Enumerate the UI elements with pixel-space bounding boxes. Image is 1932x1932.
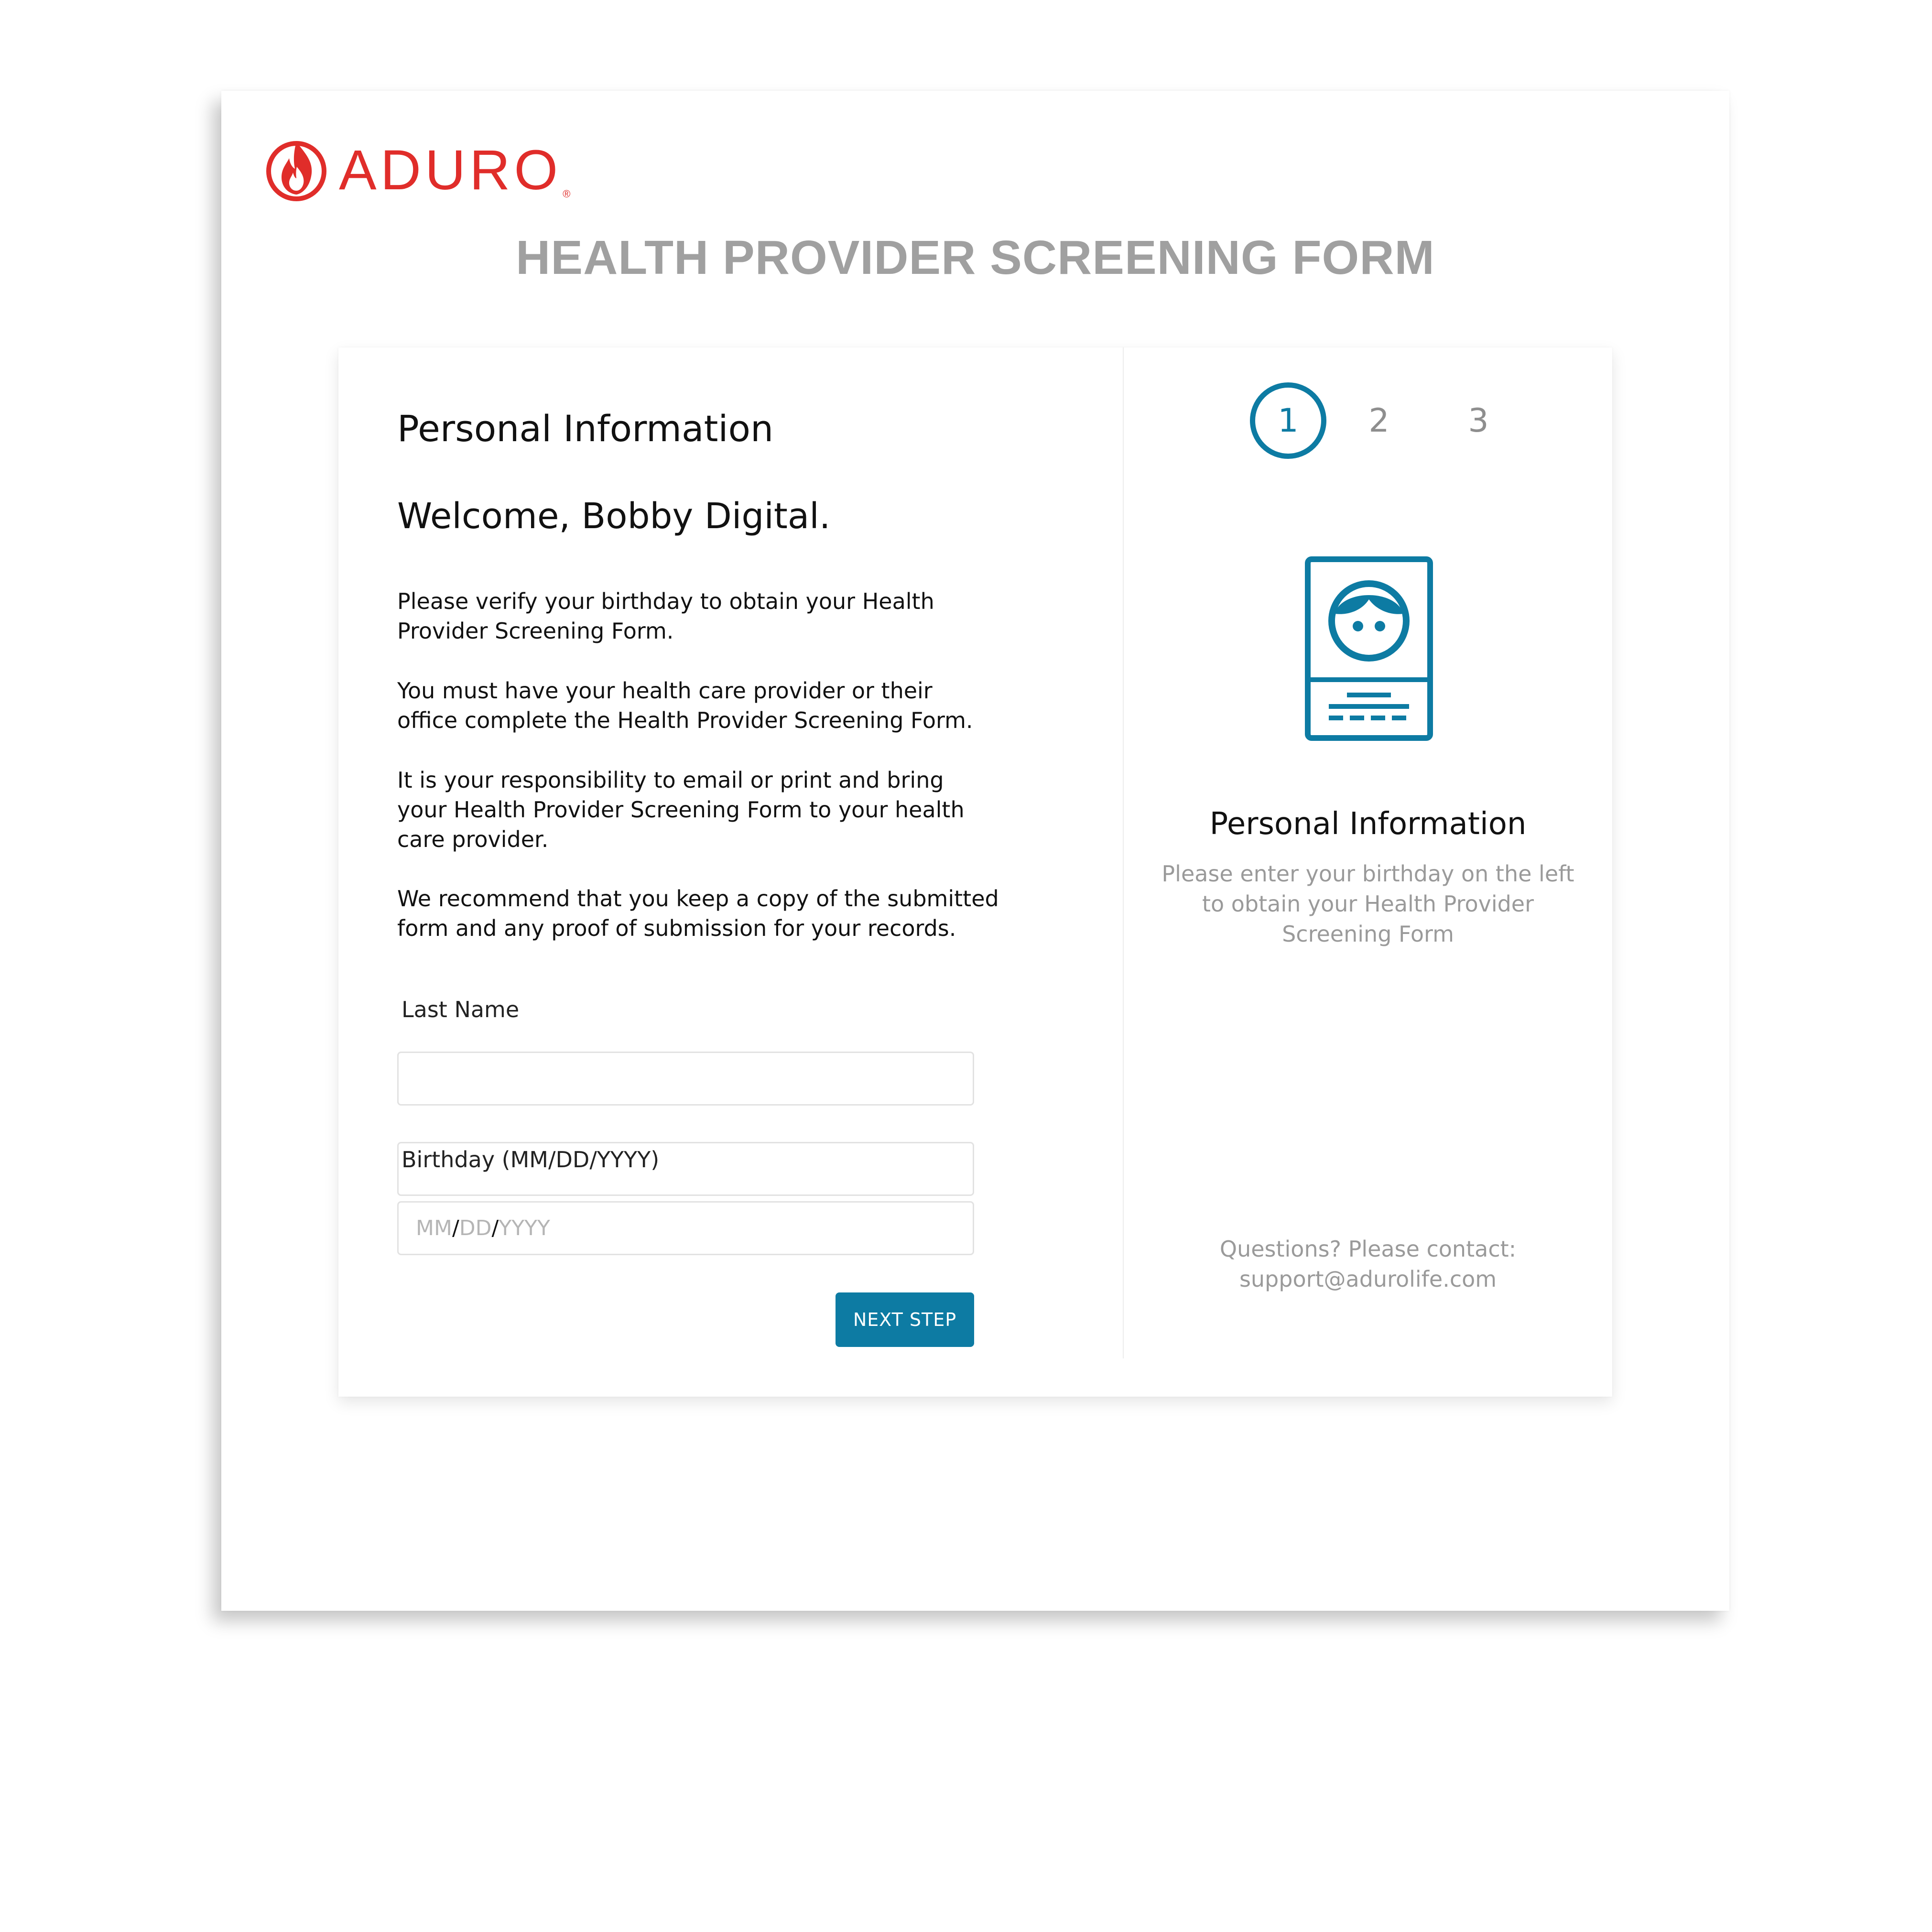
- registered-mark: ®: [563, 188, 571, 200]
- info-heading: Personal Information: [1209, 806, 1527, 842]
- step-2: 2: [1368, 402, 1389, 440]
- birthday-year-placeholder: YYYY: [499, 1216, 550, 1240]
- instruction-paragraph: You must have your health care provider …: [397, 678, 973, 733]
- birthday-month-placeholder: MM: [416, 1216, 452, 1240]
- step-1: 1: [1250, 382, 1326, 459]
- next-step-button[interactable]: NEXT STEP: [836, 1292, 974, 1347]
- form-panel: Personal Information Welcome, Bobby Digi…: [338, 347, 1124, 1397]
- form-window: ADURO ® HEALTH PROVIDER SCREENING FORM P…: [221, 91, 1729, 1611]
- instruction-paragraph: We recommend that you keep a copy of the…: [397, 886, 999, 941]
- birthday-label: Birthday (MM/DD/YYYY): [402, 1147, 660, 1172]
- section-heading: Personal Information: [397, 407, 774, 450]
- birthday-input[interactable]: MM / DD / YYYY: [397, 1201, 974, 1255]
- brand-name: ADURO: [339, 139, 562, 202]
- flame-logo-icon: [266, 141, 326, 201]
- last-name-label: Last Name: [402, 997, 520, 1022]
- step-3: 3: [1468, 402, 1489, 440]
- instruction-paragraph: Please verify your birthday to obtain yo…: [397, 588, 934, 644]
- step-indicator: 1 2 3: [1124, 382, 1612, 459]
- aduro-logo: ADURO ®: [264, 137, 570, 203]
- support-email-link[interactable]: support@adurolife.com: [1124, 1264, 1612, 1294]
- birthday-separator: /: [491, 1216, 499, 1240]
- birthday-separator: /: [452, 1216, 459, 1240]
- instruction-paragraph: It is your responsibility to email or pr…: [397, 767, 965, 852]
- birthday-day-placeholder: DD: [459, 1216, 492, 1240]
- welcome-message: Welcome, Bobby Digital.: [397, 496, 831, 537]
- last-name-input[interactable]: [397, 1052, 974, 1106]
- contact-label: Questions? Please contact:: [1219, 1236, 1517, 1262]
- form-card: Personal Information Welcome, Bobby Digi…: [338, 347, 1612, 1397]
- page-title: HEALTH PROVIDER SCREENING FORM: [516, 231, 1435, 284]
- contact-info: Questions? Please contact: support@aduro…: [1124, 1234, 1612, 1294]
- info-panel: 1 2 3 Personal Information Please enter …: [1124, 347, 1612, 1397]
- id-badge-icon: [1305, 556, 1433, 741]
- info-description: Please enter your birthday on the left t…: [1161, 861, 1574, 947]
